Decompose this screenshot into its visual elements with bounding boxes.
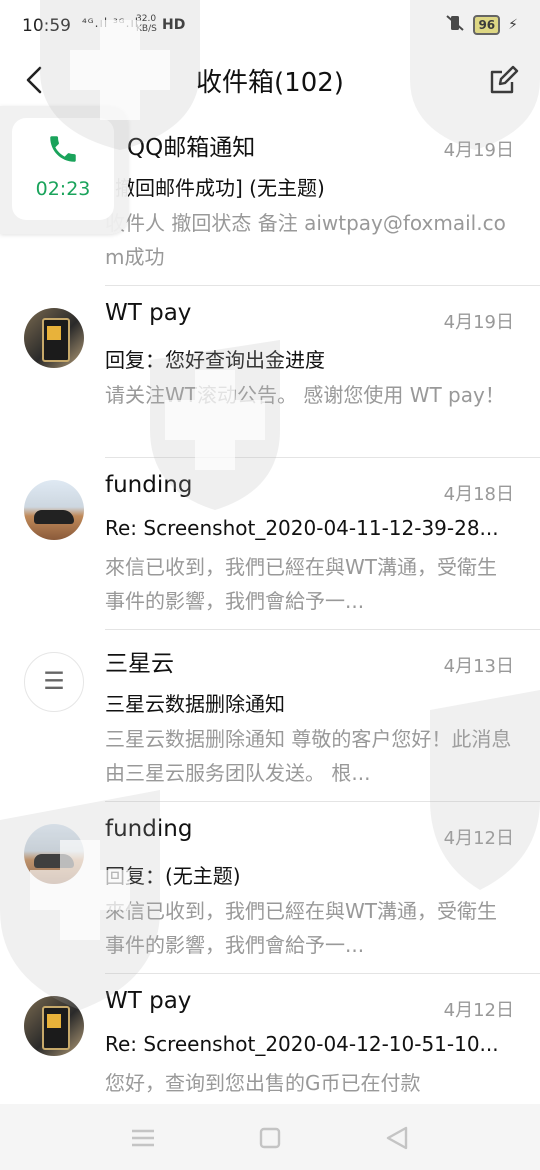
status-bar: 10:59 ⁴ᴳ.ıl ³ᴳ.ıl 32.0 KB/S HD 96 ⚡ <box>0 0 540 52</box>
charging-bolt-icon: ⚡ <box>508 17 518 33</box>
mail-preview: 來信已收到，我們已經在與WT溝通，受衛生事件的影響，我們會給予一... <box>105 899 497 957</box>
top-app-bar: 收件箱(102) <box>0 52 540 110</box>
mail-list: QQ邮箱通知 4月19日 撤回邮件成功] (无主题) 收件人 撤回状态 备注 a… <box>0 114 540 1146</box>
mail-item[interactable]: funding 4月12日 回复：(无主题) 來信已收到，我們已經在與WT溝通，… <box>0 802 540 974</box>
mail-subject: 回复：您好查询出金进度 <box>105 348 325 372</box>
avatar: ☰ <box>24 652 84 712</box>
mail-sender: funding <box>105 472 193 498</box>
three-lines-icon: ☰ <box>43 667 65 695</box>
mail-date: 4月19日 <box>443 140 514 161</box>
mail-preview: 收件人 撤回状态 备注 aiwtpay@foxmail.com成功 <box>105 211 506 269</box>
mail-date: 4月19日 <box>443 312 514 333</box>
avatar <box>24 308 84 368</box>
mail-date: 4月18日 <box>443 484 514 505</box>
mail-subject: Re: Screenshot_2020-04-12-10-51-10... <box>105 1032 499 1056</box>
mail-subject: Re: Screenshot_2020-04-11-12-39-28... <box>105 516 499 540</box>
compose-button[interactable] <box>486 62 522 98</box>
mail-preview: 您好，查询到您出售的G币已在付款 <box>105 1071 421 1095</box>
hd-voice-icon: HD <box>162 17 186 33</box>
call-bubble-card[interactable]: 02:23 <box>12 118 114 220</box>
mail-preview: 來信已收到，我們已經在與WT溝通，受衛生事件的影響，我們會給予一... <box>105 555 497 613</box>
mail-preview: 三星云数据删除通知 尊敬的客户您好！此消息由三星云服务团队发送。 根... <box>105 727 512 785</box>
signal-icon: ⁴ᴳ.ıl ³ᴳ.ıl <box>82 16 140 30</box>
mail-sender: QQ邮箱通知 <box>127 135 256 161</box>
mail-date: 4月12日 <box>443 1000 514 1021</box>
call-duration: 02:23 <box>35 178 91 200</box>
mail-subject: 三星云数据删除通知 <box>105 692 285 716</box>
mail-sender: 三星云 <box>105 651 174 677</box>
back-triangle-icon[interactable] <box>382 1124 412 1152</box>
mail-subject: 撤回邮件成功] (无主题) <box>115 176 325 200</box>
mail-sender: WT pay <box>105 988 192 1014</box>
floating-call-bubble[interactable]: 02:23 <box>0 106 128 234</box>
network-speed-unit: KB/S <box>136 24 157 34</box>
mail-sender: WT pay <box>105 300 192 326</box>
mail-sender: funding <box>105 816 193 842</box>
mail-preview: 请关注WT滚动公告。 感谢您使用 WT pay！ <box>105 383 505 407</box>
mail-subject: 回复：(无主题) <box>105 864 241 888</box>
network-speed-value: 32.0 <box>136 14 157 24</box>
battery-level: 96 <box>473 15 501 35</box>
vibrate-mode-icon <box>445 14 465 36</box>
avatar <box>24 996 84 1056</box>
compose-edit-icon <box>490 65 519 94</box>
mail-item[interactable]: WT pay 4月19日 回复：您好查询出金进度 请关注WT滚动公告。 感谢您使… <box>0 286 540 458</box>
recent-apps-icon[interactable] <box>128 1124 158 1152</box>
mail-date: 4月13日 <box>443 656 514 677</box>
phone-call-icon <box>50 136 76 162</box>
status-time: 10:59 <box>22 16 71 36</box>
system-nav-bar <box>0 1104 540 1170</box>
mail-item[interactable]: ☰ 三星云 4月13日 三星云数据删除通知 三星云数据删除通知 尊敬的客户您好！… <box>0 630 540 802</box>
avatar <box>24 824 84 884</box>
home-icon[interactable] <box>255 1124 285 1152</box>
network-speed: 32.0 KB/S <box>136 14 157 34</box>
mail-date: 4月12日 <box>443 828 514 849</box>
mail-item[interactable]: funding 4月18日 Re: Screenshot_2020-04-11-… <box>0 458 540 630</box>
avatar <box>24 480 84 540</box>
page-title: 收件箱(102) <box>196 68 344 98</box>
